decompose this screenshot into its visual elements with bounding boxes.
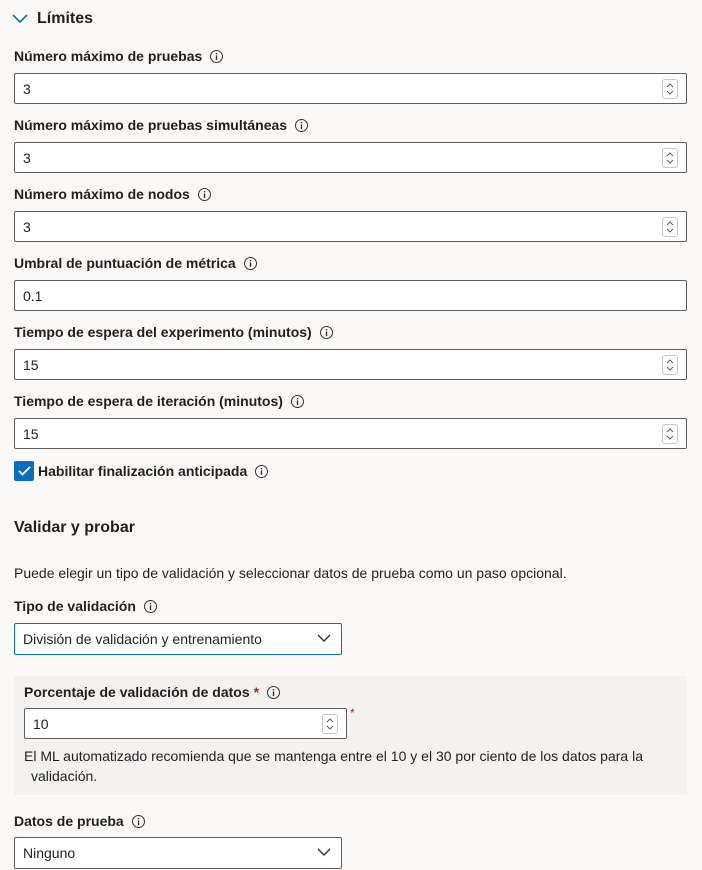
stepper-up-icon[interactable] — [666, 359, 674, 364]
stepper[interactable] — [662, 424, 678, 444]
early-termination-checkbox[interactable] — [14, 461, 34, 481]
stepper-down-icon[interactable] — [666, 90, 674, 95]
max-concurrent-trials-input[interactable]: 3 — [14, 142, 687, 173]
experiment-timeout-label: Tiempo de espera del experimento (minuto… — [14, 324, 333, 340]
info-icon[interactable] — [210, 49, 224, 63]
iteration-timeout-label: Tiempo de espera de iteración (minutos) — [14, 393, 304, 409]
early-termination-row[interactable]: Habilitar finalización anticipada — [14, 461, 269, 481]
info-icon[interactable] — [131, 814, 145, 828]
validation-type-select[interactable]: División de validación y entrenamiento — [14, 623, 342, 655]
stepper-down-icon[interactable] — [666, 366, 674, 371]
stepper-up-icon[interactable] — [666, 152, 674, 157]
validate-section-title: Validar y probar — [14, 519, 135, 536]
info-icon[interactable] — [295, 118, 309, 132]
stepper[interactable] — [662, 148, 678, 168]
stepper[interactable] — [662, 355, 678, 375]
stepper-down-icon[interactable] — [666, 159, 674, 164]
stepper[interactable] — [662, 217, 678, 237]
info-icon[interactable] — [197, 187, 211, 201]
info-icon[interactable] — [267, 685, 281, 699]
validation-hint: El ML automatizado recomienda que se man… — [24, 748, 643, 784]
max-trials-label: Número máximo de pruebas — [14, 48, 224, 64]
required-mark: * — [253, 684, 260, 700]
chevron-down-icon — [12, 14, 28, 24]
max-concurrent-trials-label: Número máximo de pruebas simultáneas — [14, 117, 309, 133]
stepper-down-icon[interactable] — [326, 725, 334, 730]
validation-percentage-input[interactable]: 10 — [24, 708, 347, 739]
stepper-up-icon[interactable] — [666, 83, 674, 88]
experiment-timeout-input[interactable]: 15 — [14, 349, 687, 380]
stepper-up-icon[interactable] — [666, 221, 674, 226]
info-icon[interactable] — [255, 464, 269, 478]
limits-section-header[interactable]: Límites — [12, 10, 93, 28]
iteration-timeout-input[interactable]: 15 — [14, 418, 687, 449]
validation-type-label: Tipo de validación — [14, 598, 157, 614]
checkmark-icon — [17, 466, 31, 476]
stepper-down-icon[interactable] — [666, 435, 674, 440]
stepper[interactable] — [322, 714, 338, 734]
max-trials-input[interactable]: 3 — [14, 73, 687, 104]
required-mark: * — [350, 706, 355, 720]
stepper-down-icon[interactable] — [666, 228, 674, 233]
info-icon[interactable] — [143, 599, 157, 613]
info-icon[interactable] — [243, 256, 257, 270]
max-nodes-label: Número máximo de nodos — [14, 186, 211, 202]
stepper[interactable] — [662, 79, 678, 99]
stepper-up-icon[interactable] — [666, 428, 674, 433]
test-data-select[interactable]: Ninguno — [14, 837, 342, 869]
chevron-down-icon[interactable] — [317, 633, 331, 643]
metric-score-threshold-label: Umbral de puntuación de métrica — [14, 255, 257, 271]
test-data-label: Datos de prueba — [14, 813, 145, 829]
limits-title: Límites — [37, 10, 94, 27]
chevron-down-icon[interactable] — [317, 847, 331, 857]
stepper-up-icon[interactable] — [326, 718, 334, 723]
early-termination-label: Habilitar finalización anticipada — [38, 463, 269, 479]
validate-description: Puede elegir un tipo de validación y sel… — [14, 565, 567, 581]
max-nodes-input[interactable]: 3 — [14, 211, 687, 242]
validation-percentage-label: Porcentaje de validación de datos * — [24, 684, 281, 700]
info-icon[interactable] — [319, 325, 333, 339]
metric-score-threshold-input[interactable]: 0.1 — [14, 280, 687, 311]
info-icon[interactable] — [290, 394, 304, 408]
